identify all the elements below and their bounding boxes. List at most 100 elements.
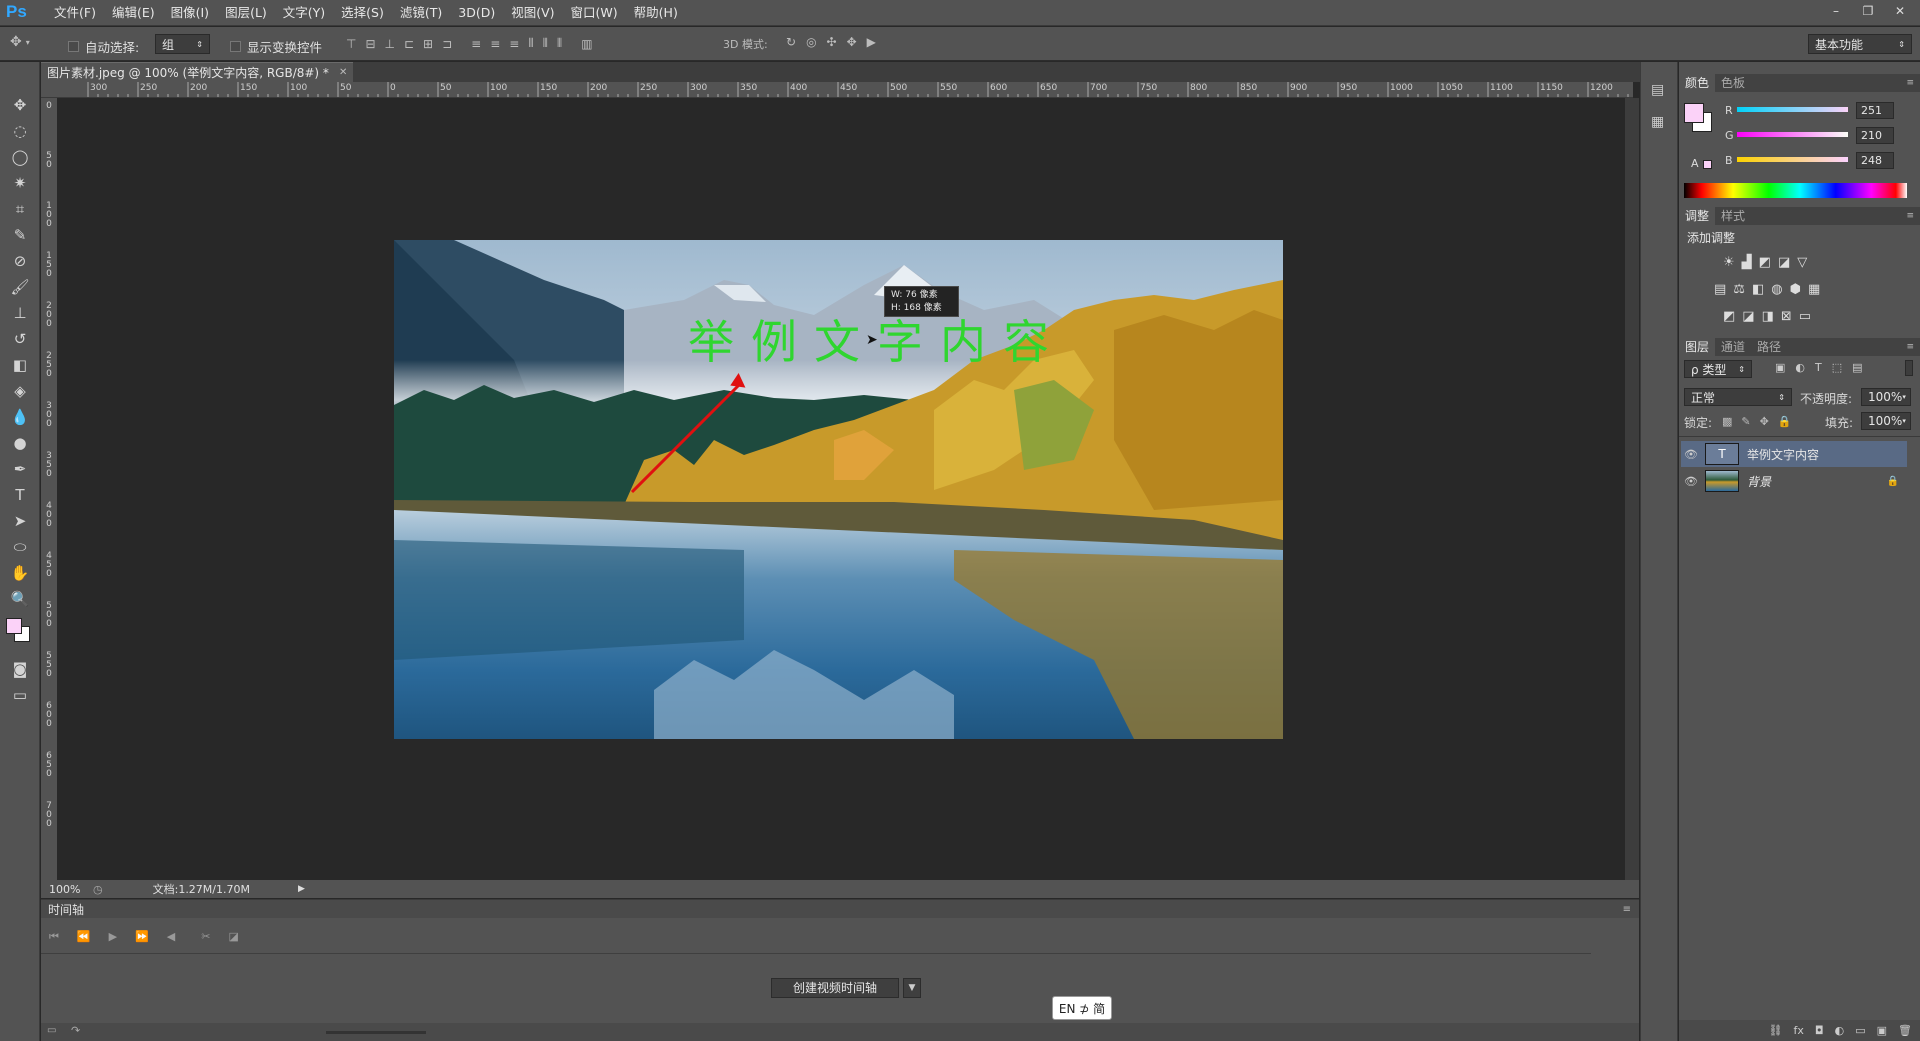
filter-pixel-icon[interactable]: ▣ xyxy=(1775,361,1785,374)
new-layer-icon[interactable]: ▣ xyxy=(1877,1024,1887,1037)
document-tab[interactable]: 图片素材.jpeg @ 100% (举例文字内容, RGB/8#) * ✕ xyxy=(41,62,354,83)
properties-panel-icon[interactable]: ▦ xyxy=(1651,114,1664,130)
filter-smart-icon[interactable]: ▤ xyxy=(1852,361,1862,374)
align-right-icon[interactable]: ⊐ xyxy=(442,37,452,51)
eraser-tool-icon[interactable]: ◧ xyxy=(0,352,40,378)
layer-row-background[interactable]: 👁 背景 🔒 xyxy=(1681,468,1907,494)
levels-icon[interactable]: ▟ xyxy=(1742,255,1752,270)
3d-roll-icon[interactable]: ◎ xyxy=(806,35,816,49)
magic-wand-icon[interactable]: ✷ xyxy=(0,170,40,196)
quick-mask-icon[interactable]: ◙ xyxy=(0,656,40,682)
link-layers-icon[interactable]: ⛓ xyxy=(1769,1024,1783,1037)
pen-tool-icon[interactable]: ✒ xyxy=(0,456,40,482)
panel-menu-icon[interactable]: ≡ xyxy=(1623,904,1631,915)
r-slider[interactable] xyxy=(1737,107,1848,112)
opacity-input[interactable]: 100% ▾ xyxy=(1861,388,1911,406)
distribute-top-icon[interactable]: ≡ xyxy=(471,37,481,51)
tab-channels[interactable]: 通道 xyxy=(1715,338,1751,356)
posterize-icon[interactable]: ◪ xyxy=(1742,309,1754,324)
tab-swatches[interactable]: 色板 xyxy=(1715,74,1751,92)
gradient-map-icon[interactable]: ▭ xyxy=(1799,309,1811,324)
chevron-down-icon[interactable]: ▼ xyxy=(903,978,921,998)
3d-rotate-icon[interactable]: ↻ xyxy=(786,35,796,49)
3d-slide-icon[interactable]: ✥ xyxy=(847,35,857,49)
g-value[interactable]: 210 xyxy=(1856,127,1894,144)
channel-mixer-icon[interactable]: ⬢ xyxy=(1790,282,1801,297)
audio-icon[interactable]: ◀ xyxy=(167,930,175,943)
filter-shape-icon[interactable]: ⬚ xyxy=(1832,361,1842,374)
menu-help[interactable]: 帮助(H) xyxy=(626,0,686,26)
document-image[interactable]: 举例文字内容 xyxy=(394,240,1283,739)
eyedropper-icon[interactable]: ✎ xyxy=(0,222,40,248)
menu-file[interactable]: 文件(F) xyxy=(46,0,104,26)
crop-tool-icon[interactable]: ⌗ xyxy=(0,196,40,222)
curves-icon[interactable]: ◩ xyxy=(1759,255,1771,270)
menu-layer[interactable]: 图层(L) xyxy=(217,0,275,26)
healing-brush-icon[interactable]: ⊘ xyxy=(0,248,40,274)
color-swatches[interactable] xyxy=(0,612,39,656)
marquee-tool-icon[interactable]: ◌ xyxy=(0,118,40,144)
distribute-left-icon[interactable]: ⦀ xyxy=(528,36,533,51)
zoom-slider[interactable] xyxy=(326,1031,426,1034)
move-tool-preset[interactable]: ✥ ▾ xyxy=(10,34,30,50)
filter-toggle[interactable] xyxy=(1905,360,1913,376)
layer-name[interactable]: 举例文字内容 xyxy=(1747,446,1819,463)
zoom-level[interactable]: 100% xyxy=(49,883,89,896)
restore-button[interactable]: ❐ xyxy=(1854,2,1882,20)
menu-filter[interactable]: 滤镜(T) xyxy=(392,0,450,26)
black-white-icon[interactable]: ◧ xyxy=(1752,282,1764,297)
layer-style-icon[interactable]: fx xyxy=(1794,1024,1804,1037)
gamut-swatch[interactable] xyxy=(1703,160,1712,169)
vertical-scrollbar[interactable] xyxy=(1625,98,1639,880)
history-brush-icon[interactable]: ↺ xyxy=(0,326,40,352)
foreground-swatch[interactable] xyxy=(6,618,22,634)
b-value[interactable]: 248 xyxy=(1856,152,1894,169)
brightness-icon[interactable]: ☀ xyxy=(1723,255,1735,270)
ellipse-tool-icon[interactable]: ⬭ xyxy=(0,534,40,560)
lock-all-icon[interactable]: 🔒 xyxy=(1778,415,1792,428)
status-options-icon[interactable]: ◷ xyxy=(93,883,103,896)
align-hcenter-icon[interactable]: ⊞ xyxy=(423,37,433,51)
ime-indicator[interactable]: EN ⊅ 简 xyxy=(1052,996,1112,1020)
adjustment-layer-icon[interactable]: ◐ xyxy=(1835,1024,1845,1037)
menu-3d[interactable]: 3D(D) xyxy=(450,0,503,26)
fill-input[interactable]: 100% ▾ xyxy=(1861,412,1911,430)
menu-select[interactable]: 选择(S) xyxy=(333,0,392,26)
menu-image[interactable]: 图像(I) xyxy=(163,0,217,26)
threshold-icon[interactable]: ◨ xyxy=(1762,309,1774,324)
move-tool-icon[interactable]: ✥ xyxy=(0,92,40,118)
align-top-icon[interactable]: ⊤ xyxy=(346,37,356,51)
panel-menu-icon[interactable]: ≡ xyxy=(1906,342,1914,352)
visibility-eye-icon[interactable]: 👁 xyxy=(1681,475,1701,488)
color-lookup-icon[interactable]: ▦ xyxy=(1808,282,1820,297)
selective-color-icon[interactable]: ⊠ xyxy=(1781,309,1792,324)
menu-view[interactable]: 视图(V) xyxy=(503,0,562,26)
lasso-tool-icon[interactable]: ◯ xyxy=(0,144,40,170)
group-icon[interactable]: ▭ xyxy=(1855,1024,1865,1037)
first-frame-icon[interactable]: ⏮ xyxy=(49,930,59,944)
menu-type[interactable]: 文字(Y) xyxy=(275,0,333,26)
align-vcenter-icon[interactable]: ⊟ xyxy=(365,37,375,51)
distribute-vcenter-icon[interactable]: ≡ xyxy=(490,37,500,51)
path-select-icon[interactable]: ➤ xyxy=(0,508,40,534)
align-left-icon[interactable]: ⊏ xyxy=(404,37,414,51)
visibility-eye-icon[interactable]: 👁 xyxy=(1681,448,1701,461)
tab-adjustments[interactable]: 调整 xyxy=(1679,207,1716,225)
vibrance-icon[interactable]: ▽ xyxy=(1797,255,1807,270)
play-icon[interactable]: ▶ xyxy=(109,930,117,943)
panel-menu-icon[interactable]: ≡ xyxy=(1906,78,1914,88)
tab-layers[interactable]: 图层 xyxy=(1679,338,1716,356)
auto-select-dropdown[interactable]: 组 ⇕ xyxy=(155,34,210,54)
close-tab-icon[interactable]: ✕ xyxy=(339,63,347,83)
filter-type-icon[interactable]: T xyxy=(1815,361,1822,374)
show-transform-checkbox[interactable] xyxy=(230,41,241,52)
lock-pixels-icon[interactable]: ✎ xyxy=(1741,415,1750,428)
tab-color[interactable]: 颜色 xyxy=(1679,74,1716,92)
align-bottom-icon[interactable]: ⊥ xyxy=(385,37,395,51)
close-button[interactable]: ✕ xyxy=(1886,2,1914,20)
3d-scale-icon[interactable]: ▶ xyxy=(867,35,876,49)
stamp-tool-icon[interactable]: ⊥ xyxy=(0,300,40,326)
zoom-tool-icon[interactable]: 🔍 xyxy=(0,586,40,612)
layer-row-text[interactable]: 👁 T 举例文字内容 xyxy=(1681,441,1907,467)
prev-frame-icon[interactable]: ⏪ xyxy=(77,930,91,943)
